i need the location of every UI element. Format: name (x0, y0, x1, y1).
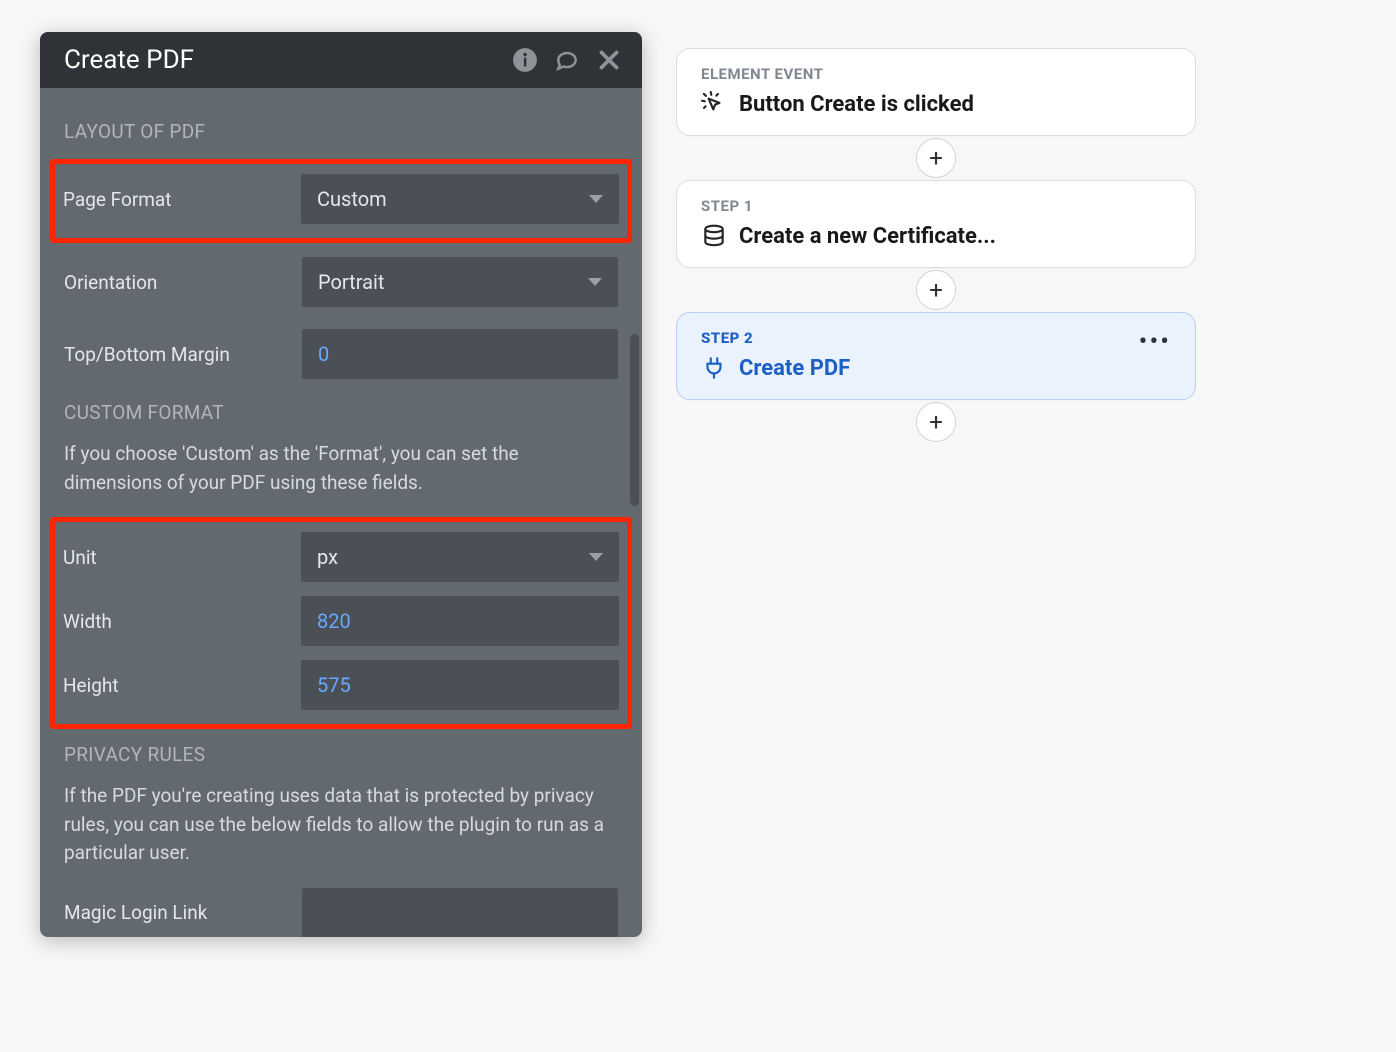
width-label: Width (63, 610, 301, 633)
section-layout-label: LAYOUT OF PDF (64, 120, 618, 143)
page-format-label: Page Format (63, 188, 301, 211)
panel-header: Create PDF (40, 32, 642, 88)
row-page-format: Page Format Custom (63, 174, 619, 224)
comment-icon[interactable] (554, 47, 580, 73)
row-magic-link: Magic Login Link (64, 888, 618, 938)
section-privacy-label: PRIVACY RULES (64, 743, 618, 766)
unit-select[interactable]: px (301, 532, 619, 582)
card-step-2[interactable]: STEP 2 ••• Create PDF (676, 312, 1196, 400)
database-icon (701, 223, 727, 249)
row-width: Width (63, 596, 619, 646)
section-custom-label: CUSTOM FORMAT (64, 401, 618, 424)
orientation-label: Orientation (64, 271, 302, 294)
cursor-click-icon (701, 91, 727, 117)
privacy-desc: If the PDF you're creating uses data tha… (64, 782, 618, 868)
magic-link-input[interactable] (302, 888, 618, 938)
orientation-value: Portrait (318, 270, 384, 294)
event-title: Button Create is clicked (739, 92, 974, 117)
add-step-button[interactable]: + (916, 402, 956, 442)
page-format-value: Custom (317, 187, 387, 211)
orientation-select[interactable]: Portrait (302, 257, 618, 307)
page-format-select[interactable]: Custom (301, 174, 619, 224)
card-element-event[interactable]: ELEMENT EVENT Button Create is clicked (676, 48, 1196, 136)
step1-title: Create a new Certificate... (739, 224, 996, 249)
row-unit: Unit px (63, 532, 619, 582)
unit-label: Unit (63, 546, 301, 569)
width-input[interactable] (301, 596, 619, 646)
row-height: Height (63, 660, 619, 710)
unit-value: px (317, 545, 338, 569)
workflow-column: ELEMENT EVENT Button Create is clicked +… (676, 48, 1196, 444)
step1-kicker: STEP 1 (701, 197, 1171, 215)
panel-header-actions (512, 47, 622, 73)
highlight-custom-dimensions: Unit px Width Height (50, 517, 632, 729)
info-icon[interactable] (512, 47, 538, 73)
row-tb-margin: Top/Bottom Margin (64, 329, 618, 379)
panel-body: LAYOUT OF PDF Page Format Custom Orienta… (40, 88, 642, 937)
chevron-down-icon (589, 553, 603, 561)
tb-margin-label: Top/Bottom Margin (64, 343, 302, 366)
tb-margin-input[interactable] (302, 329, 618, 379)
step2-kicker: STEP 2 (701, 329, 753, 347)
more-icon[interactable]: ••• (1139, 337, 1171, 347)
add-step-button[interactable]: + (916, 270, 956, 310)
settings-panel: Create PDF LAYOUT OF PDF Page Format (40, 32, 642, 937)
chevron-down-icon (588, 278, 602, 286)
row-orientation: Orientation Portrait (64, 257, 618, 307)
height-label: Height (63, 674, 301, 697)
magic-link-label: Magic Login Link (64, 901, 302, 924)
step2-title: Create PDF (739, 356, 850, 381)
highlight-page-format: Page Format Custom (50, 159, 632, 243)
plugin-icon (701, 355, 727, 381)
chevron-down-icon (589, 195, 603, 203)
scrollbar-thumb[interactable] (630, 334, 639, 506)
height-input[interactable] (301, 660, 619, 710)
panel-title: Create PDF (64, 45, 512, 75)
custom-desc: If you choose 'Custom' as the 'Format', … (64, 440, 618, 497)
close-icon[interactable] (596, 47, 622, 73)
card-step-1[interactable]: STEP 1 Create a new Certificate... (676, 180, 1196, 268)
add-step-button[interactable]: + (916, 138, 956, 178)
event-kicker: ELEMENT EVENT (701, 65, 1171, 83)
